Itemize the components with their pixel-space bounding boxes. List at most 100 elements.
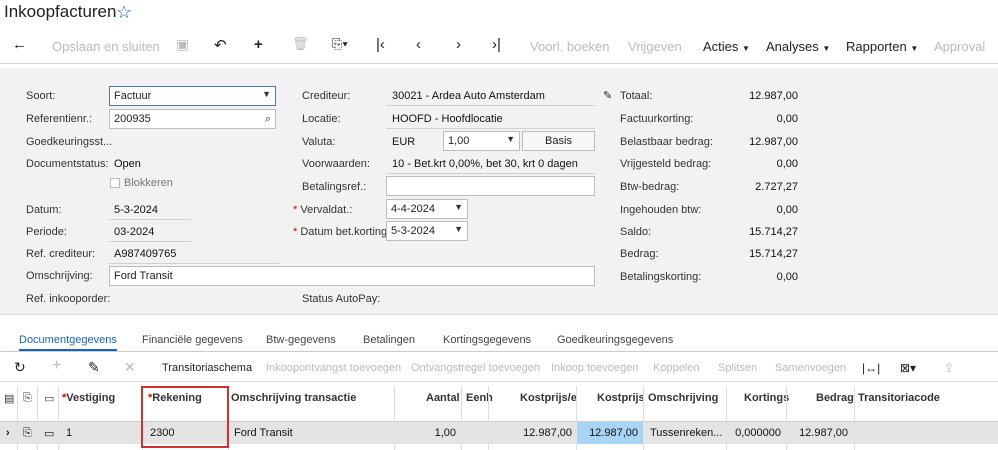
betalingskorting-label: Betalingskorting: [620, 271, 702, 283]
col-transitoriacode[interactable]: Transitoriacode [858, 392, 940, 404]
cell-omschrijving-transactie[interactable]: Ford Transit [234, 427, 293, 439]
tab-goedkeuringsgegevens[interactable]: Goedkeuringsgegevens [557, 334, 673, 346]
crediteur-value[interactable]: 30021 - Ardea Auto Amsterdam [392, 90, 545, 102]
betalingsref-label: Betalingsref.: [302, 181, 367, 193]
periode-value[interactable]: 03-2024 [114, 226, 154, 238]
btw-label: Btw-bedrag: [620, 181, 680, 193]
betalingskorting-value: 0,00 [776, 271, 798, 283]
goedkeuring-label: Goedkeuringsst... [26, 136, 113, 148]
ontvangstregel-button[interactable]: Ontvangstregel toevoegen [411, 362, 540, 374]
refcred-value[interactable]: A987409765 [114, 248, 176, 260]
col-kostprijs[interactable]: Kostprijs [597, 392, 645, 404]
reports-menu[interactable]: Rapporten ▼ [846, 39, 918, 54]
vervaldat-input[interactable]: 4-4-2024 ▼ [386, 199, 468, 219]
datumbet-label-text: Datum bet.korting: [300, 226, 391, 238]
analyses-menu[interactable]: Analyses ▼ [766, 39, 830, 54]
pencil-icon[interactable]: ✎ [603, 89, 612, 102]
samenvoegen-button[interactable]: Samenvoegen [775, 362, 846, 374]
chevron-down-icon: ▼ [454, 224, 463, 234]
koppelen-button[interactable]: Koppelen [653, 362, 700, 374]
ref-input[interactable]: 200935 ⌕ [109, 109, 276, 129]
row-pointer-icon: › [6, 427, 10, 439]
inkoopontvangst-button[interactable]: Inkoopontvangst toevoegen [266, 362, 401, 374]
factuurkorting-value: 0,00 [776, 113, 798, 125]
attachment-icon[interactable]: ⎘ [23, 427, 32, 440]
datumbet-input[interactable]: 5-3-2024 ▼ [386, 221, 468, 241]
cell-vestiging[interactable]: 1 [66, 427, 72, 439]
save-close-button[interactable]: Opslaan en sluiten [52, 39, 160, 54]
transitoriaschema-button[interactable]: Transitoriaschema [162, 362, 252, 374]
voorwaarden-value[interactable]: 10 - Bet.krt 0,00%, bet 30, krt 0 dagen [392, 158, 578, 170]
previous-record-icon[interactable]: ‹ [416, 36, 421, 53]
col-omschrijving-transactie[interactable]: Omschrijving transactie [231, 392, 356, 404]
autopay-label: Status AutoPay: [302, 293, 381, 305]
chevron-down-icon: ▼ [822, 44, 831, 53]
actions-menu[interactable]: Acties ▼ [703, 39, 750, 54]
ingehouden-label: Ingehouden btw: [620, 204, 702, 216]
chevron-down-icon: ▼ [454, 202, 463, 212]
soort-select[interactable]: Factuur ▼ [109, 86, 276, 106]
col-bedrag[interactable]: Bedrag [816, 392, 854, 404]
close-icon[interactable]: ✕ [124, 359, 136, 376]
tab-betalingen[interactable]: Betalingen [363, 334, 415, 346]
fit-columns-icon[interactable]: |↔| [862, 361, 880, 375]
soort-value: Factuur [114, 90, 152, 102]
note-icon[interactable]: ▭ [44, 427, 54, 440]
splitsen-button[interactable]: Splitsen [718, 362, 757, 374]
refresh-icon[interactable]: ↻ [14, 359, 26, 376]
arrow-left-icon[interactable]: ← [12, 36, 27, 53]
tab-btw-gegevens[interactable]: Btw-gegevens [266, 334, 336, 346]
excel-export-icon[interactable]: ⊠▾ [900, 361, 916, 375]
basis-button[interactable]: Basis [522, 131, 595, 151]
col-kostprijs-eenheid[interactable]: Kostprijs/e [520, 392, 577, 404]
undo-icon[interactable]: ↶ [214, 36, 227, 54]
search-icon[interactable]: ⌕ [265, 113, 271, 126]
floppy-disk-icon[interactable]: ▣ [176, 36, 189, 53]
col-korting[interactable]: Kortings [744, 392, 789, 404]
col-aantal[interactable]: Aantal [426, 392, 460, 404]
grid-settings-icon[interactable]: ▤ [4, 392, 14, 405]
cell-bedrag[interactable]: 12.987,00 [786, 427, 848, 439]
tab-kortingsgegevens[interactable]: Kortingsgegevens [443, 334, 531, 346]
upload-icon[interactable]: ⇪ [944, 361, 954, 375]
cell-aantal[interactable]: 1,00 [394, 427, 456, 439]
plus-icon[interactable]: + [52, 357, 61, 375]
valuta-value[interactable]: EUR [392, 136, 415, 148]
chevron-down-icon: ▼ [506, 134, 515, 144]
betalingsref-input[interactable] [386, 176, 595, 196]
bedrag-value: 15.714,27 [749, 248, 798, 260]
saldo-value: 15.714,27 [749, 226, 798, 238]
release-button[interactable]: Vrijgeven [628, 39, 682, 54]
next-record-icon[interactable]: › [456, 36, 461, 53]
locatie-value[interactable]: HOOFD - Hoofdlocatie [392, 113, 503, 125]
trash-icon[interactable]: 🗑 [292, 36, 309, 52]
tab-documentgegevens[interactable]: Documentgegevens [19, 334, 117, 351]
datumbet-label: * Datum bet.korting: [293, 226, 391, 238]
cell-kostprijs[interactable]: 12.987,00 [576, 427, 638, 439]
cell-kostprijs-eenheid[interactable]: 12.987,00 [488, 427, 572, 439]
blokkeren-checkbox[interactable] [110, 178, 120, 188]
rate-select[interactable]: 1,00 ▼ [443, 131, 520, 151]
first-record-icon[interactable]: |‹ [376, 36, 385, 53]
approval-button[interactable]: Approval [934, 39, 985, 54]
clipboard-paste-icon[interactable]: ⎘▾ [332, 36, 348, 52]
ingehouden-value: 0,00 [776, 204, 798, 216]
refinkoop-label: Ref. inkooporder: [26, 293, 111, 305]
star-outline-icon[interactable]: ☆ [116, 2, 132, 23]
last-record-icon[interactable]: ›| [492, 36, 501, 53]
col-omschrijving[interactable]: Omschrijving [648, 392, 718, 404]
cell-korting[interactable]: 0,000000 [726, 427, 781, 439]
plus-icon[interactable]: + [254, 36, 263, 53]
col-vestiging-label: Vestiging [66, 392, 116, 404]
omschrijving-input[interactable]: Ford Transit [109, 266, 595, 286]
datum-value[interactable]: 5-3-2024 [114, 204, 158, 216]
pencil-icon[interactable]: ✎ [88, 359, 100, 376]
divider [386, 173, 595, 174]
col-vestiging[interactable]: *Vestiging [62, 392, 115, 404]
cell-omschrijving[interactable]: Tussenreken... [650, 427, 722, 439]
crediteur-label: Crediteur: [302, 90, 351, 102]
tab-financiele-gegevens[interactable]: Financiële gegevens [142, 334, 243, 346]
refcred-label: Ref. crediteur: [26, 248, 96, 260]
post-button[interactable]: Voorl. boeken [530, 39, 610, 54]
inkoop-toevoegen-button[interactable]: Inkoop toevoegen [551, 362, 638, 374]
